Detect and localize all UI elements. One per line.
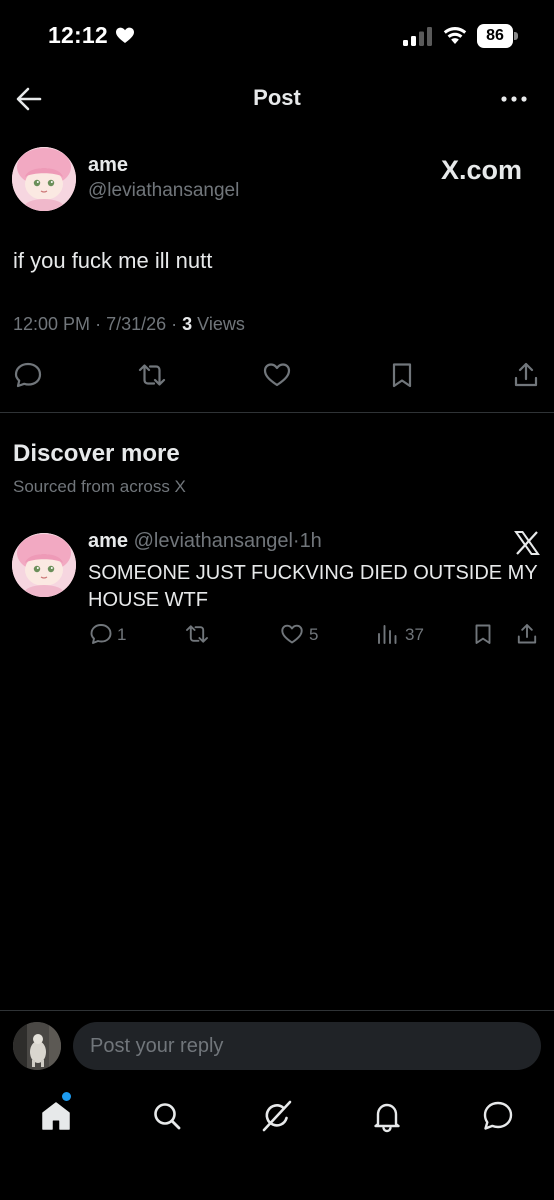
- grok-icon: [262, 1100, 292, 1132]
- views-label[interactable]: Views: [197, 314, 245, 334]
- related-author-avatar[interactable]: [12, 533, 76, 597]
- reply-input[interactable]: [73, 1022, 541, 1070]
- related-author-handle[interactable]: @leviathansangel: [134, 530, 293, 552]
- unread-indicator-dot: [62, 1092, 71, 1101]
- meta-separator: ·: [95, 314, 107, 334]
- author-name[interactable]: ame: [88, 154, 128, 177]
- more-options-icon[interactable]: [498, 86, 530, 112]
- related-post-actions: 1 5 37: [0, 622, 554, 648]
- anime-avatar-image: [12, 533, 76, 597]
- top-navigation: Post: [0, 72, 554, 126]
- views-count[interactable]: 3: [182, 314, 192, 334]
- post-time: 12:00 PM: [13, 314, 91, 334]
- reply-icon[interactable]: [13, 360, 43, 390]
- home-icon: [42, 1102, 70, 1130]
- repost-icon[interactable]: [185, 622, 209, 646]
- post-meta: 12:00 PM · 7/31/26 · 3 Views: [13, 314, 245, 335]
- post-date: 7/31/26: [106, 314, 167, 334]
- tab-home[interactable]: [38, 1098, 74, 1134]
- related-post-text[interactable]: SOMEONE JUST FUCKVING DIED OUTSIDE MY HO…: [88, 560, 544, 614]
- search-icon: [154, 1103, 181, 1130]
- like-icon[interactable]: [280, 622, 304, 646]
- notifications-icon: [374, 1103, 400, 1133]
- share-icon[interactable]: [511, 360, 541, 390]
- bookmark-icon[interactable]: [471, 622, 495, 646]
- status-bar: 12:12 86: [0, 0, 554, 72]
- repost-icon[interactable]: [137, 360, 167, 390]
- battery-indicator: 86: [477, 24, 519, 48]
- battery-tip: [514, 32, 518, 40]
- meta-separator: ·: [171, 314, 183, 334]
- post-text: if you fuck me ill nutt: [13, 248, 213, 273]
- cellular-signal-icon: [403, 27, 432, 46]
- related-post-age: 1h: [299, 530, 322, 552]
- tab-search[interactable]: [149, 1098, 185, 1134]
- tab-messages[interactable]: [480, 1098, 516, 1134]
- like-count: 5: [309, 625, 319, 644]
- author-handle[interactable]: @leviathansangel: [88, 180, 239, 202]
- tab-grok[interactable]: [259, 1098, 295, 1134]
- share-icon[interactable]: [515, 622, 539, 646]
- author-avatar[interactable]: [12, 147, 76, 211]
- meta-separator: ·: [292, 530, 300, 552]
- view-count: 37: [405, 625, 424, 644]
- page-title: Post: [253, 85, 301, 110]
- reply-bar-divider: [0, 1010, 554, 1011]
- status-time: 12:12: [48, 22, 108, 48]
- reply-icon[interactable]: [89, 622, 113, 646]
- section-divider: [0, 412, 554, 413]
- source-badge: X.com: [441, 155, 523, 185]
- bottom-tab-bar: [0, 1090, 554, 1150]
- tab-notifications[interactable]: [369, 1098, 405, 1134]
- bookmark-icon[interactable]: [387, 360, 417, 390]
- current-user-avatar[interactable]: [13, 1022, 61, 1070]
- heart-icon: [116, 27, 134, 43]
- reply-count: 1: [117, 625, 127, 644]
- messages-icon: [483, 1101, 513, 1130]
- wifi-icon: [443, 27, 467, 44]
- discover-title: Discover more: [13, 440, 180, 467]
- related-post-header: ame @leviathansangel·1h: [88, 530, 322, 553]
- like-icon[interactable]: [262, 360, 292, 390]
- analytics-icon[interactable]: [376, 622, 400, 646]
- dog-photo-avatar: [13, 1022, 61, 1070]
- related-author-name[interactable]: ame: [88, 530, 128, 552]
- anime-avatar-image: [12, 147, 76, 211]
- discover-subtitle: Sourced from across X: [13, 477, 186, 496]
- x-logo-icon: [514, 531, 540, 555]
- battery-level: 86: [477, 24, 513, 48]
- post-actions: [0, 358, 554, 392]
